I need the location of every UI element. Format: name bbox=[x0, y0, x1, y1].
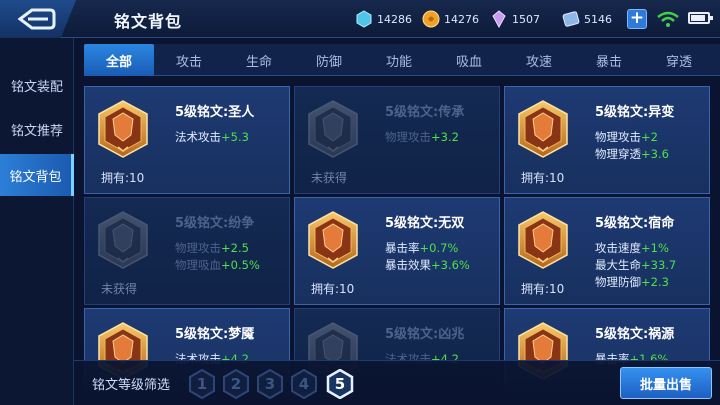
level-filter-label: 铭文等级筛选 bbox=[92, 378, 171, 393]
inscription-stats: 法术攻击+5.3 bbox=[175, 129, 249, 146]
owned-count: 拥有:10 bbox=[521, 282, 565, 296]
tab-attack-speed[interactable]: 攻速 bbox=[504, 44, 574, 76]
bulk-sell-button[interactable]: 批量出售 bbox=[620, 367, 712, 399]
tab-all[interactable]: 全部 bbox=[84, 44, 154, 76]
inscription-emblem-icon bbox=[98, 211, 148, 269]
sidebar-item-label: 铭文推荐 bbox=[10, 123, 63, 139]
voucher-counter[interactable]: 5146 bbox=[562, 9, 612, 29]
sidebar-item-label: 铭文背包 bbox=[9, 169, 62, 185]
inscription-card[interactable]: 5级铭文:纷争 物理攻击+2.5 物理吸血+0.5% 未获得 bbox=[84, 197, 290, 305]
stat-line: 物理吸血+0.5% bbox=[175, 258, 260, 272]
tab-attack[interactable]: 攻击 bbox=[154, 44, 224, 76]
gold-counter[interactable]: 14276 bbox=[422, 9, 479, 29]
owned-count: 拥有:10 bbox=[101, 171, 145, 185]
sidebar-item-backpack[interactable]: 铭文背包 bbox=[0, 154, 74, 196]
gold-coin-icon bbox=[422, 10, 440, 28]
bottom-bar: 铭文等级筛选 1 2 3 4 5 批量出售 bbox=[74, 360, 720, 405]
level-filter-2[interactable]: 2 bbox=[222, 368, 250, 400]
page-title: 铭文背包 bbox=[114, 12, 183, 31]
sidebar: 铭文装配 铭文推荐 铭文背包 bbox=[0, 38, 74, 405]
voucher-icon bbox=[562, 11, 580, 27]
voucher-count: 5146 bbox=[584, 12, 612, 26]
inscription-grid: 5级铭文:圣人 法术攻击+5.3 拥有:10 5级铭文:传承 物理攻击+3.2 … bbox=[84, 82, 720, 405]
inscription-name: 5级铭文:祸源 bbox=[595, 327, 675, 342]
stat-line: 物理穿透+3.6 bbox=[595, 147, 669, 161]
tab-lifesteal[interactable]: 吸血 bbox=[434, 44, 504, 76]
inscription-emblem-icon bbox=[308, 211, 358, 269]
inscription-name: 5级铭文:异变 bbox=[595, 105, 675, 120]
inscription-name: 5级铭文:圣人 bbox=[175, 105, 255, 120]
owned-count: 未获得 bbox=[311, 171, 348, 185]
stat-line: 暴击效果+3.6% bbox=[385, 258, 470, 272]
inscription-name: 5级铭文:传承 bbox=[385, 105, 465, 120]
level-filter-3[interactable]: 3 bbox=[256, 368, 284, 400]
stat-line: 物理攻击+2.5 bbox=[175, 241, 249, 255]
inscription-card[interactable]: 5级铭文:传承 物理攻击+3.2 未获得 bbox=[294, 86, 500, 194]
owned-count: 拥有:10 bbox=[311, 282, 355, 296]
tab-utility[interactable]: 功能 bbox=[364, 44, 434, 76]
owned-count: 未获得 bbox=[101, 282, 138, 296]
tab-penetration[interactable]: 穿透 bbox=[644, 44, 714, 76]
inscription-emblem-icon bbox=[98, 100, 148, 158]
inscription-emblem-icon bbox=[518, 100, 568, 158]
inscription-stats: 物理攻击+2.5 物理吸血+0.5% bbox=[175, 240, 260, 274]
inscription-name: 5级铭文:梦魇 bbox=[175, 327, 255, 342]
inscription-stats: 物理攻击+2 物理穿透+3.6 bbox=[595, 129, 669, 163]
diamond-counter[interactable]: 14286 bbox=[355, 9, 412, 29]
level-filter-4[interactable]: 4 bbox=[290, 368, 318, 400]
inscription-name: 5级铭文:无双 bbox=[385, 216, 465, 231]
wifi-icon bbox=[657, 11, 679, 27]
crystal-count: 1507 bbox=[512, 12, 540, 26]
back-arrow-icon bbox=[17, 8, 56, 30]
inscription-card[interactable]: 5级铭文:异变 物理攻击+2 物理穿透+3.6 拥有:10 bbox=[504, 86, 710, 194]
level-filter-1[interactable]: 1 bbox=[188, 368, 216, 400]
stat-line: 物理攻击+3.2 bbox=[385, 130, 459, 144]
stat-line: 物理攻击+2 bbox=[595, 130, 658, 144]
inscription-stats: 暴击率+0.7% 暴击效果+3.6% bbox=[385, 240, 470, 274]
crystal-counter[interactable]: 1507 bbox=[490, 9, 540, 29]
stat-line: 法术攻击+5.3 bbox=[175, 130, 249, 144]
tab-defense[interactable]: 防御 bbox=[294, 44, 364, 76]
stat-line: 暴击率+0.7% bbox=[385, 241, 459, 255]
category-tabs: 全部 攻击 生命 防御 功能 吸血 攻速 暴击 穿透 bbox=[84, 44, 720, 76]
inscription-emblem-icon bbox=[518, 211, 568, 269]
inscription-name: 5级铭文:纷争 bbox=[175, 216, 255, 231]
tab-crit[interactable]: 暴击 bbox=[574, 44, 644, 76]
inscription-stats: 物理攻击+3.2 bbox=[385, 129, 459, 146]
diamond-icon bbox=[356, 10, 372, 28]
inscription-stats: 攻击速度+1% 最大生命+33.7 物理防御+2.3 bbox=[595, 240, 676, 291]
sidebar-item-equip[interactable]: 铭文装配 bbox=[0, 64, 74, 106]
inscription-emblem-icon bbox=[308, 100, 358, 158]
inscription-name: 5级铭文:凶兆 bbox=[385, 327, 465, 342]
add-currency-button[interactable]: + bbox=[627, 9, 647, 29]
level-filter-5[interactable]: 5 bbox=[326, 368, 354, 400]
tab-hp[interactable]: 生命 bbox=[224, 44, 294, 76]
inscription-card[interactable]: 5级铭文:圣人 法术攻击+5.3 拥有:10 bbox=[84, 86, 290, 194]
sidebar-item-recommend[interactable]: 铭文推荐 bbox=[0, 108, 74, 150]
owned-count: 拥有:10 bbox=[521, 171, 565, 185]
back-button[interactable] bbox=[0, 0, 76, 38]
battery-icon bbox=[688, 12, 713, 24]
sidebar-item-label: 铭文装配 bbox=[10, 79, 63, 95]
inscription-card[interactable]: 5级铭文:宿命 攻击速度+1% 最大生命+33.7 物理防御+2.3 拥有:10 bbox=[504, 197, 710, 305]
stat-line: 攻击速度+1% bbox=[595, 241, 669, 255]
stat-line: 最大生命+33.7 bbox=[595, 258, 677, 272]
stat-line: 物理防御+2.3 bbox=[595, 275, 669, 289]
diamond-count: 14286 bbox=[377, 12, 412, 26]
crystal-icon bbox=[492, 10, 506, 28]
inscription-card[interactable]: 5级铭文:无双 暴击率+0.7% 暴击效果+3.6% 拥有:10 bbox=[294, 197, 500, 305]
top-bar: 铭文背包 14286 14276 1507 5146 + bbox=[0, 0, 720, 38]
gold-count: 14276 bbox=[444, 12, 479, 26]
inscription-name: 5级铭文:宿命 bbox=[595, 216, 675, 231]
